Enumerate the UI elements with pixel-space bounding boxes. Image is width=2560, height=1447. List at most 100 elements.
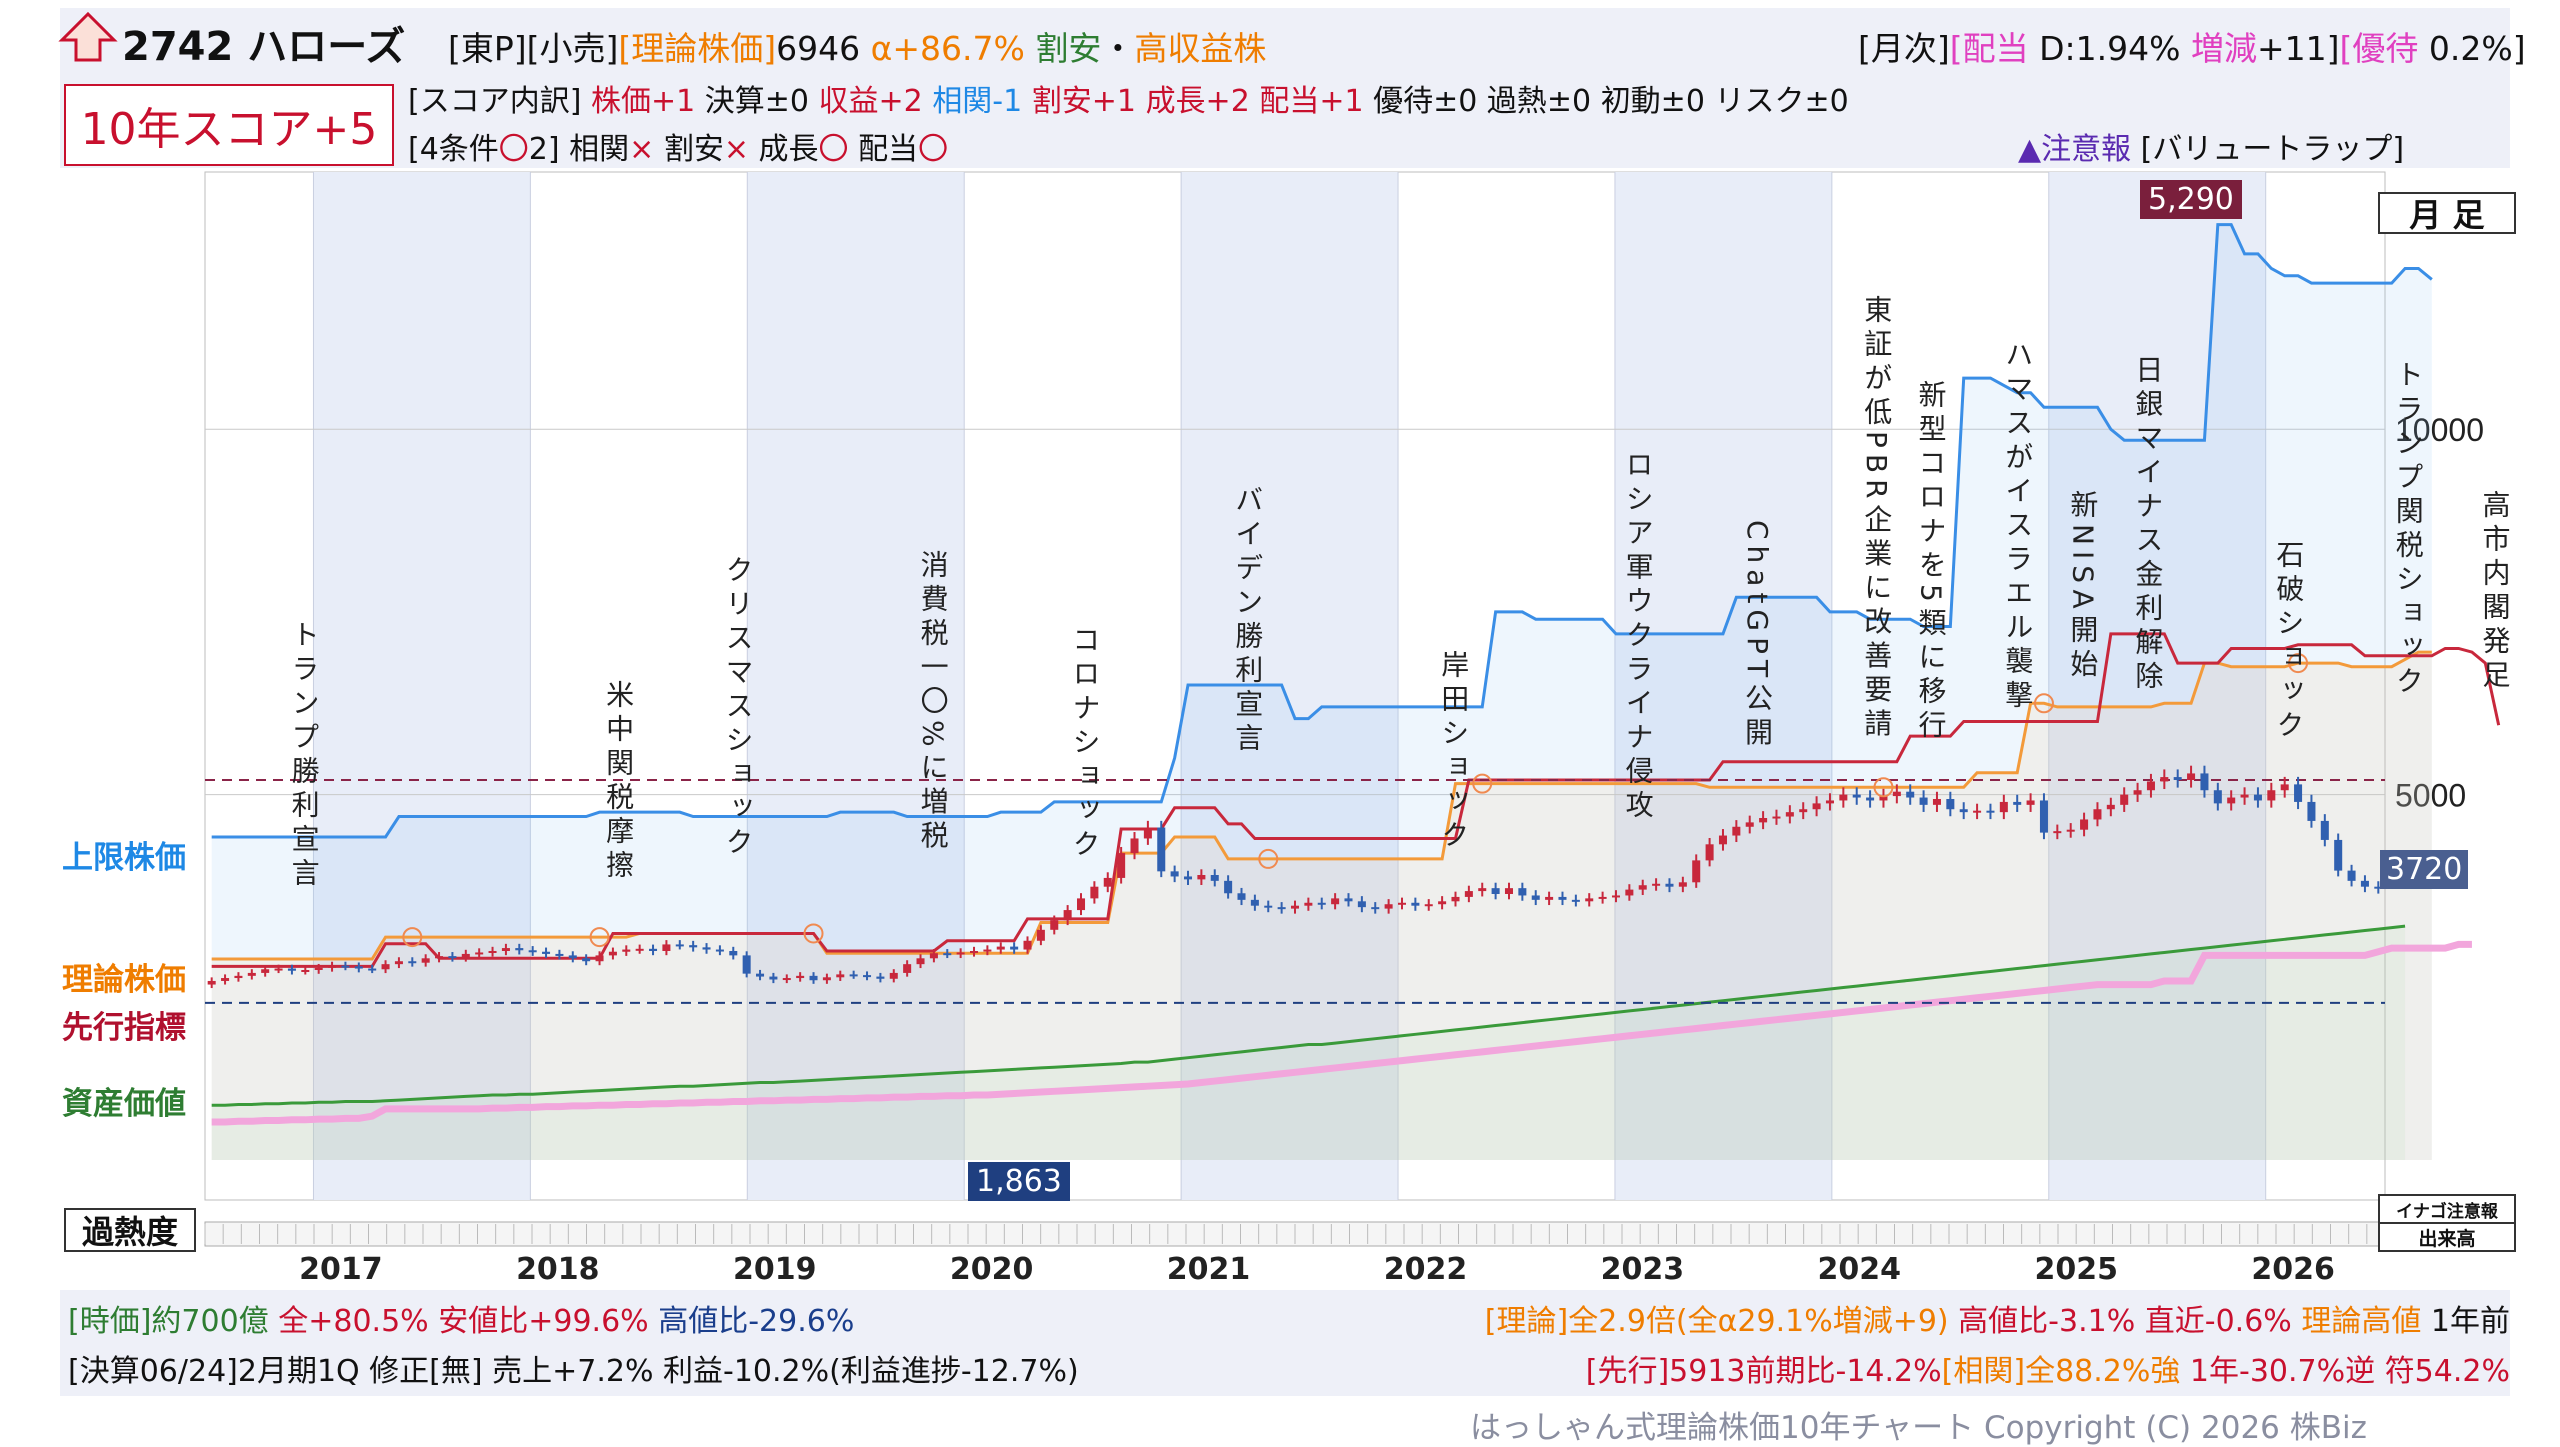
- candle-body: [1665, 883, 1674, 887]
- candle-body: [488, 951, 497, 953]
- candle-body: [649, 948, 658, 951]
- candle-body: [461, 953, 470, 958]
- candle-body: [2133, 790, 2142, 795]
- candle-body: [1973, 810, 1982, 813]
- event-label: バイデン勝利宣言: [1231, 485, 1265, 757]
- candle-body: [1625, 889, 1634, 896]
- candle-body: [1451, 896, 1460, 902]
- year-label: 2025: [2034, 1252, 2118, 1287]
- candle-body: [796, 975, 805, 979]
- candle-body: [1759, 818, 1768, 823]
- candle-body: [756, 973, 765, 977]
- footer-left-2: [決算06/24]2月期1Q 修正[無] 売上+7.2% 利益-10.2%(利益…: [68, 1354, 1079, 1389]
- candle-body: [849, 974, 858, 977]
- candle-body: [234, 975, 243, 979]
- label-theory: 理論株価: [62, 962, 186, 998]
- theory-summary: [理論]全2.9倍(全α29.1%増減+9): [1484, 1304, 1949, 1339]
- candle-body: [2093, 809, 2102, 820]
- candle-body: [274, 968, 283, 971]
- candle-body: [261, 969, 270, 973]
- candle-body: [956, 952, 965, 955]
- inago-box: イナゴ注意報: [2378, 1194, 2516, 1224]
- candle-body: [1866, 797, 1875, 801]
- candle-body: [1531, 895, 1540, 900]
- candle-body: [1023, 940, 1032, 950]
- year-label: 2021: [1166, 1252, 1251, 1287]
- candle-body: [448, 956, 457, 959]
- candle-body: [1839, 794, 1848, 801]
- candle-body: [528, 950, 537, 953]
- candle-body: [207, 980, 216, 985]
- year-label: 2018: [516, 1252, 600, 1287]
- candle-body: [247, 972, 256, 976]
- candle-body: [1197, 875, 1206, 880]
- event-label: 新型コロナを5類に移行: [1914, 380, 1948, 744]
- candle-body: [675, 944, 684, 947]
- candle-body: [1812, 803, 1821, 810]
- candle-body: [1785, 812, 1794, 817]
- low-label: 1,863: [968, 1162, 1070, 1201]
- candle-body: [421, 958, 430, 963]
- candle-body: [2053, 831, 2062, 834]
- candle-body: [368, 968, 377, 971]
- candle-body: [2039, 800, 2048, 833]
- candle-body: [595, 955, 604, 962]
- footer-right-2: [先行]5913前期比-14.2%[相関]全88.2%強 1年-30.7%逆 符…: [1586, 1346, 2510, 1390]
- candle-body: [1892, 791, 1901, 797]
- theory-high-ratio: 高値比-3.1%: [1958, 1304, 2136, 1339]
- candle-body: [1317, 902, 1326, 905]
- label-upper: 上限株価: [62, 840, 186, 876]
- sign-ratio: 符54.2%: [2384, 1354, 2510, 1389]
- candle-body: [2013, 801, 2022, 805]
- candle-body: [542, 951, 551, 954]
- candle-body: [1424, 904, 1433, 907]
- candle-body: [996, 946, 1005, 950]
- candle-body: [1170, 871, 1179, 877]
- candle-body: [1518, 888, 1527, 896]
- candle-body: [2347, 870, 2356, 881]
- event-label: 高市内閣発足: [2478, 490, 2512, 694]
- candle-body: [1036, 929, 1045, 941]
- candle-body: [836, 974, 845, 978]
- candle-body: [2146, 781, 2155, 791]
- event-label: トランプ勝利宣言: [287, 620, 321, 892]
- event-label: コロナショック: [1068, 625, 1102, 863]
- event-label: 石破ショック: [2272, 540, 2306, 744]
- candle-body: [608, 951, 617, 956]
- candle-body: [1237, 893, 1246, 900]
- theory-high-label: 理論高値: [2301, 1304, 2422, 1339]
- copyright: はっしゃん式理論株価10年チャート Copyright (C) 2026 株Bi…: [1470, 1410, 2367, 1446]
- candle-body: [2294, 784, 2303, 802]
- candle-body: [354, 966, 363, 969]
- candle-body: [1999, 801, 2008, 813]
- candle-body: [1678, 882, 1687, 887]
- event-label: 岸田ショック: [1437, 650, 1471, 854]
- overheat-box: 過熱度: [64, 1208, 196, 1252]
- candle-body: [475, 952, 484, 955]
- candle-body: [1130, 838, 1139, 854]
- candle-body: [301, 970, 310, 972]
- high-label: 5,290: [2140, 180, 2242, 219]
- candle-body: [702, 947, 711, 950]
- candle-body: [394, 961, 403, 965]
- candle-body: [983, 949, 992, 952]
- candle-body: [1464, 891, 1473, 897]
- event-label: 消費税一〇%に増税: [916, 550, 950, 855]
- candle-body: [1344, 898, 1353, 902]
- event-label: 新NISA開始: [2066, 490, 2100, 683]
- candle-body: [1010, 946, 1019, 950]
- candle-body: [287, 968, 296, 971]
- candle-body: [1183, 876, 1193, 880]
- candle-body: [1157, 827, 1166, 872]
- candle-body: [1799, 809, 1808, 813]
- candle-body: [715, 949, 724, 952]
- event-label: ハマスがイスラエル襲撃: [2001, 340, 2035, 714]
- candle-body: [1411, 902, 1420, 906]
- candle-body: [1504, 888, 1513, 894]
- candle-body: [2200, 773, 2209, 791]
- year-label: 2019: [732, 1252, 817, 1287]
- label-asset: 資産価値: [62, 1086, 186, 1122]
- candle-body: [876, 976, 885, 979]
- candle-body: [2106, 804, 2115, 810]
- candle-body: [1478, 888, 1487, 892]
